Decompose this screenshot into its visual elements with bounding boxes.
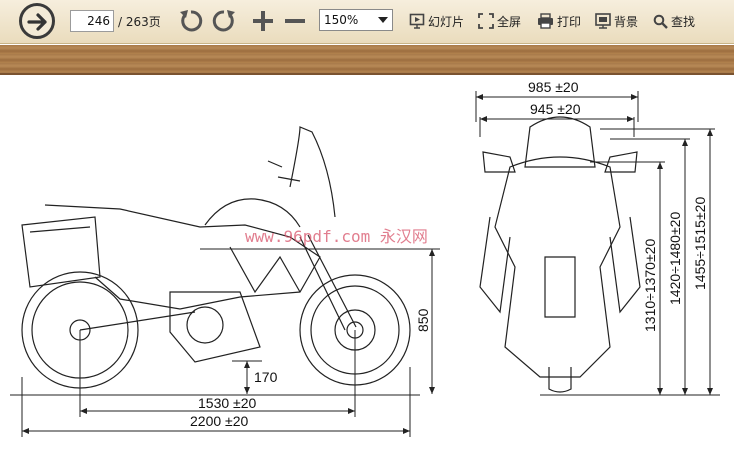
dim-height-1420: 1420÷1480±20 <box>667 212 683 305</box>
wood-divider <box>0 45 734 75</box>
next-page-button[interactable] <box>19 3 55 39</box>
zoom-select[interactable]: 150% <box>319 9 393 31</box>
document-page: 985 ±20 945 ±20 1310÷1370±20 1420÷1480±2… <box>0 77 734 467</box>
search-button[interactable]: 查找 <box>653 12 695 30</box>
dim-seat-850: 850 <box>415 308 431 332</box>
rotate-right-button[interactable] <box>209 6 239 36</box>
rotate-left-button[interactable] <box>176 6 206 36</box>
zoom-out-icon <box>285 19 305 23</box>
print-label: 打印 <box>557 14 582 29</box>
zoom-in-button[interactable] <box>248 6 278 36</box>
dim-width-945: 945 ±20 <box>530 101 581 117</box>
page-total: / 263页 <box>118 15 161 29</box>
page-number-input[interactable] <box>70 10 114 32</box>
dim-length: 2200 ±20 <box>190 413 249 429</box>
chevron-down-icon <box>378 17 388 23</box>
slideshow-icon <box>409 13 425 29</box>
zoom-in-icon <box>253 11 273 31</box>
print-button[interactable]: 打印 <box>537 12 581 30</box>
background-icon <box>595 13 611 29</box>
dim-height-1310: 1310÷1370±20 <box>642 239 658 332</box>
slideshow-button[interactable]: 幻灯片 <box>409 12 464 30</box>
zoom-value: 150% <box>324 13 359 27</box>
dim-width-985: 985 ±20 <box>528 79 579 95</box>
rotate-right-icon <box>212 10 235 32</box>
fullscreen-icon <box>478 13 494 29</box>
rotate-left-icon <box>180 10 203 32</box>
zoom-out-button[interactable] <box>280 6 310 36</box>
print-icon <box>538 13 553 29</box>
viewer-toolbar: / 263页 150% 幻灯片 全屏 <box>0 0 734 44</box>
next-page-icon <box>27 13 47 31</box>
background-button[interactable]: 背景 <box>595 12 638 30</box>
slideshow-label: 幻灯片 <box>428 14 465 29</box>
background-label: 背景 <box>614 14 639 29</box>
dim-height-1455: 1455÷1515±20 <box>692 197 708 290</box>
watermark: www.96pdf.com 永汉网 <box>245 227 428 246</box>
motorcycle-dimension-drawing: 985 ±20 945 ±20 1310÷1370±20 1420÷1480±2… <box>10 79 720 437</box>
fullscreen-button[interactable]: 全屏 <box>478 12 521 30</box>
search-label: 查找 <box>671 14 696 29</box>
dim-wheelbase: 1530 ±20 <box>198 395 257 411</box>
dim-ground-170: 170 <box>254 369 278 385</box>
fullscreen-label: 全屏 <box>497 14 522 29</box>
search-icon <box>653 14 668 29</box>
